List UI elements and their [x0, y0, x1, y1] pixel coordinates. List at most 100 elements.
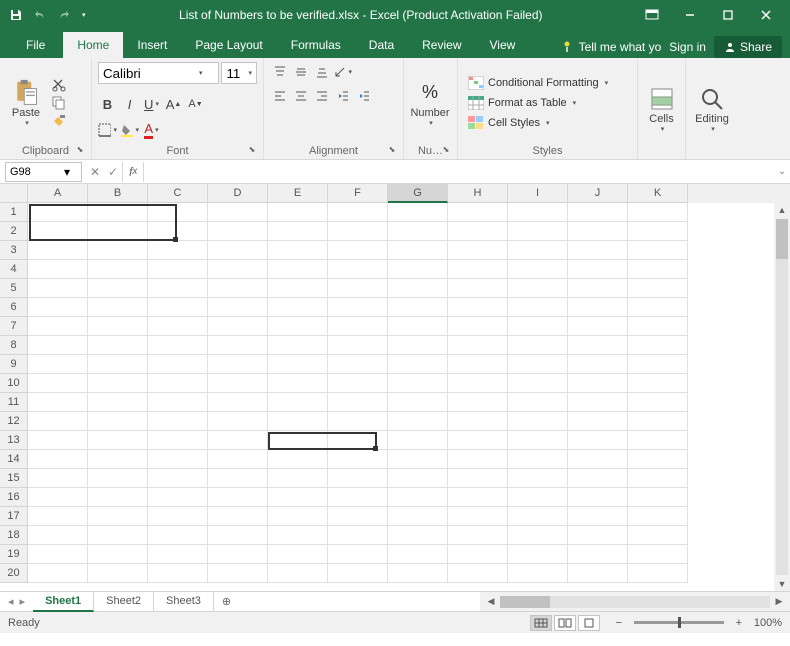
- cell[interactable]: [28, 412, 88, 431]
- cell[interactable]: [88, 336, 148, 355]
- cell[interactable]: [88, 298, 148, 317]
- cell[interactable]: [268, 431, 328, 450]
- cell[interactable]: [568, 298, 628, 317]
- cell[interactable]: [568, 203, 628, 222]
- cell[interactable]: [628, 374, 688, 393]
- cell[interactable]: [448, 507, 508, 526]
- view-page-break-icon[interactable]: [578, 615, 600, 631]
- cell[interactable]: [148, 279, 208, 298]
- cell[interactable]: [28, 431, 88, 450]
- cell[interactable]: [388, 336, 448, 355]
- cancel-formula-icon[interactable]: ✕: [86, 165, 104, 179]
- cell[interactable]: [388, 450, 448, 469]
- cell[interactable]: [208, 526, 268, 545]
- view-page-layout-icon[interactable]: [554, 615, 576, 631]
- borders-button[interactable]: ▾: [98, 120, 117, 140]
- cell[interactable]: [508, 203, 568, 222]
- cell[interactable]: [148, 241, 208, 260]
- copy-icon[interactable]: [50, 95, 68, 111]
- cell[interactable]: [388, 374, 448, 393]
- column-header[interactable]: I: [508, 184, 568, 203]
- row-header[interactable]: 12: [0, 412, 28, 431]
- cell[interactable]: [568, 469, 628, 488]
- cell[interactable]: [628, 298, 688, 317]
- dialog-launcher-icon[interactable]: ⬊: [441, 145, 451, 155]
- expand-formula-bar-icon[interactable]: ⌄: [774, 166, 790, 177]
- cell[interactable]: [148, 412, 208, 431]
- format-painter-icon[interactable]: [50, 113, 68, 129]
- font-size-combo[interactable]: ▾: [221, 62, 257, 84]
- cell[interactable]: [508, 279, 568, 298]
- cell[interactable]: [268, 412, 328, 431]
- cell[interactable]: [148, 222, 208, 241]
- cell[interactable]: [448, 488, 508, 507]
- cell[interactable]: [448, 317, 508, 336]
- cell[interactable]: [328, 317, 388, 336]
- cell[interactable]: [328, 241, 388, 260]
- cell[interactable]: [88, 450, 148, 469]
- align-left-icon[interactable]: [270, 86, 289, 106]
- font-name-combo[interactable]: ▾: [98, 62, 219, 84]
- column-header[interactable]: D: [208, 184, 268, 203]
- cell[interactable]: [328, 355, 388, 374]
- cell[interactable]: [208, 412, 268, 431]
- cell[interactable]: [328, 545, 388, 564]
- cell[interactable]: [628, 393, 688, 412]
- cell[interactable]: [388, 488, 448, 507]
- cell[interactable]: [328, 526, 388, 545]
- cell[interactable]: [328, 393, 388, 412]
- cell[interactable]: [148, 393, 208, 412]
- cell[interactable]: [628, 526, 688, 545]
- cell[interactable]: [208, 450, 268, 469]
- save-icon[interactable]: [8, 7, 24, 23]
- cell[interactable]: [328, 488, 388, 507]
- column-header[interactable]: B: [88, 184, 148, 203]
- font-name-input[interactable]: [99, 66, 195, 81]
- cell[interactable]: [388, 564, 448, 583]
- zoom-in-button[interactable]: +: [732, 617, 746, 629]
- column-header[interactable]: G: [388, 184, 448, 203]
- cell[interactable]: [448, 260, 508, 279]
- cell[interactable]: [568, 355, 628, 374]
- cell[interactable]: [88, 279, 148, 298]
- cell[interactable]: [628, 279, 688, 298]
- cell[interactable]: [328, 374, 388, 393]
- cell[interactable]: [568, 545, 628, 564]
- cell[interactable]: [628, 336, 688, 355]
- cell[interactable]: [88, 241, 148, 260]
- sign-in-link[interactable]: Sign in: [669, 40, 706, 54]
- chevron-down-icon[interactable]: ▾: [64, 165, 70, 179]
- cell[interactable]: [28, 488, 88, 507]
- editing-button[interactable]: Editing▾: [692, 62, 732, 155]
- cell[interactable]: [148, 203, 208, 222]
- cell[interactable]: [88, 317, 148, 336]
- cell[interactable]: [88, 526, 148, 545]
- cell[interactable]: [568, 393, 628, 412]
- cell[interactable]: [388, 545, 448, 564]
- row-header[interactable]: 13: [0, 431, 28, 450]
- cell[interactable]: [388, 260, 448, 279]
- decrease-indent-icon[interactable]: [333, 86, 352, 106]
- minimize-button[interactable]: [674, 4, 706, 26]
- cell[interactable]: [28, 450, 88, 469]
- cell[interactable]: [388, 507, 448, 526]
- cell[interactable]: [628, 545, 688, 564]
- name-box[interactable]: ▾: [5, 162, 82, 182]
- cell[interactable]: [148, 431, 208, 450]
- cell[interactable]: [268, 203, 328, 222]
- undo-icon[interactable]: [32, 7, 48, 23]
- cell[interactable]: [448, 222, 508, 241]
- cell[interactable]: [88, 374, 148, 393]
- cell[interactable]: [388, 412, 448, 431]
- cell[interactable]: [88, 545, 148, 564]
- cell[interactable]: [28, 564, 88, 583]
- cell[interactable]: [448, 450, 508, 469]
- align-middle-icon[interactable]: [291, 62, 310, 82]
- cell-styles-button[interactable]: Cell Styles▾: [464, 114, 631, 132]
- cell[interactable]: [568, 336, 628, 355]
- cell[interactable]: [88, 393, 148, 412]
- cell[interactable]: [508, 393, 568, 412]
- align-bottom-icon[interactable]: [312, 62, 331, 82]
- cell[interactable]: [148, 355, 208, 374]
- cell[interactable]: [208, 260, 268, 279]
